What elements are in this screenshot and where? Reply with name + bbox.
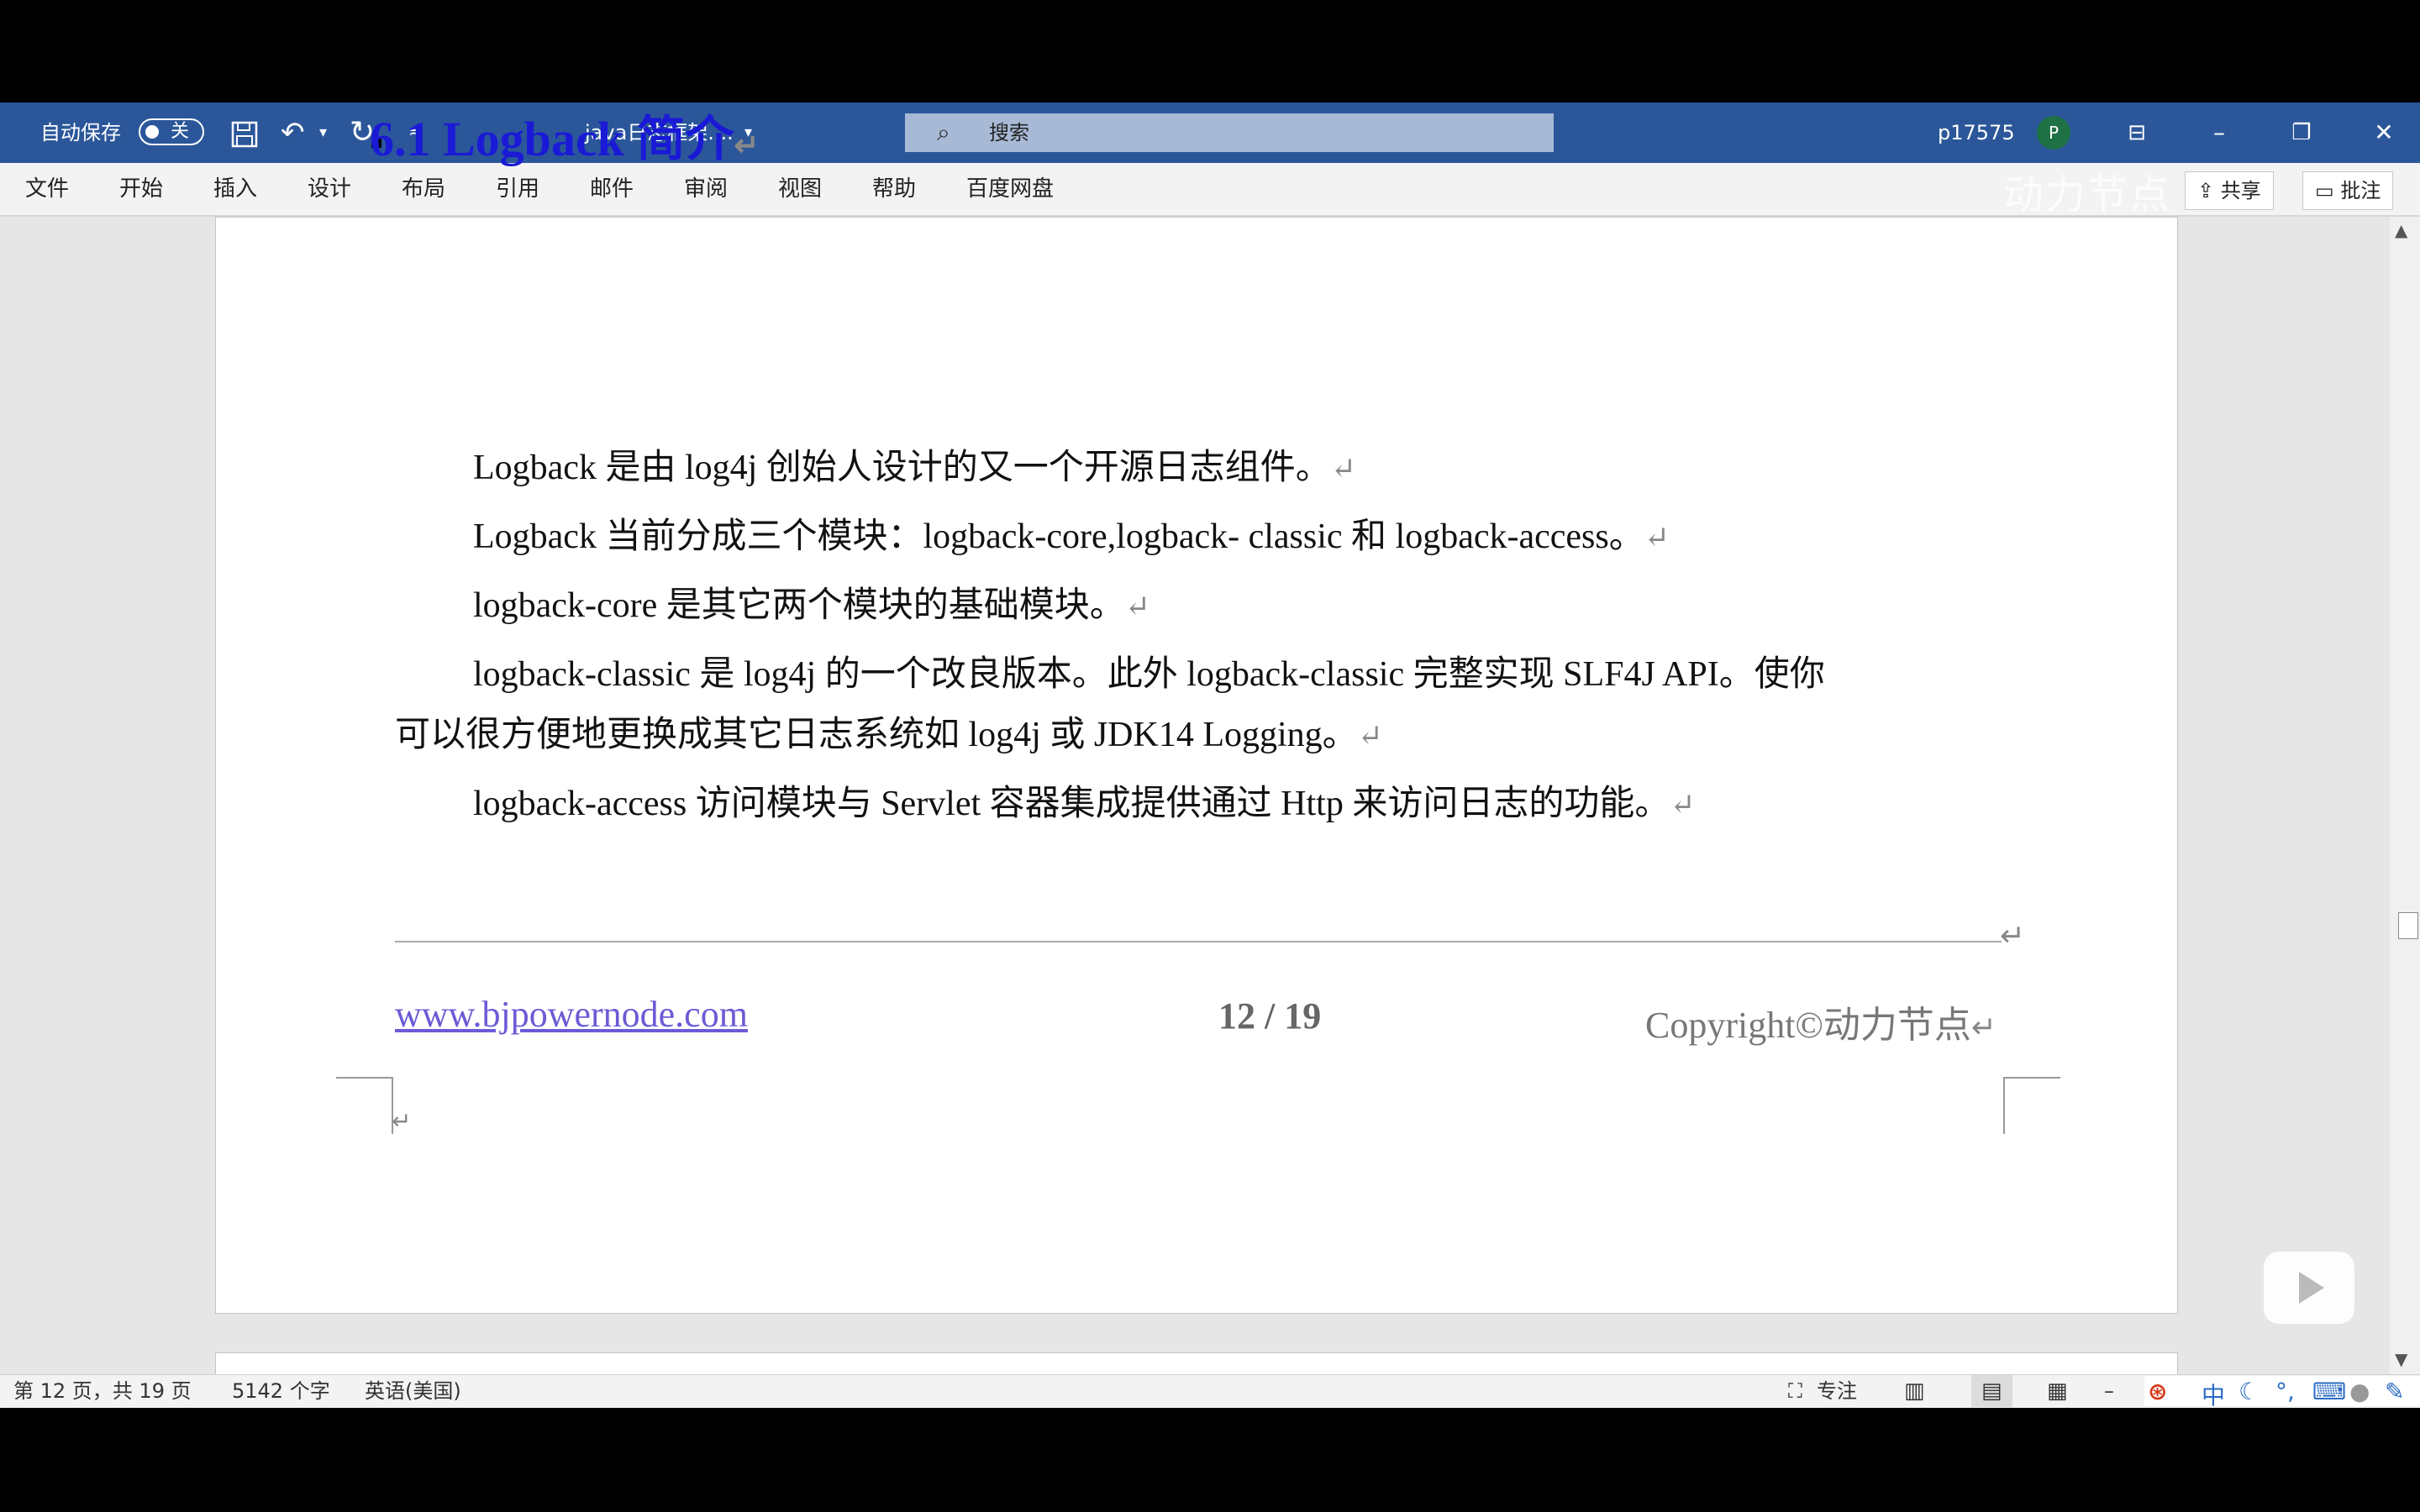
paragraph-text: Logback 是由 log4j 创始人设计的又一个开源日志组件。 [473,449,1331,487]
tab-design[interactable]: 设计 [308,163,351,215]
comment-label: 批注 [2340,179,2381,202]
paragraph-3[interactable]: logback-core 是其它两个模块的基础模块。↵ [473,576,1150,627]
paragraph-text: logback-access 访问模块与 Servlet 容器集成提供通过 Ht… [473,785,1670,823]
word-count[interactable]: 5142 个字 [232,1375,330,1407]
page-info[interactable]: 第 12 页，共 19 页 [13,1375,192,1407]
share-label: 共享 [2220,179,2261,202]
document-page[interactable] [215,217,2178,1314]
comment-button[interactable]: ▭ 批注 [2302,171,2394,210]
margin-corner-left [336,1077,393,1134]
keyboard-icon[interactable]: ⌨ [2312,1378,2346,1405]
tab-layout[interactable]: 布局 [402,163,445,215]
autosave-state: 关 [171,121,190,142]
user-name[interactable]: p17575 [1938,102,2015,163]
paragraph-mark: ↵ [734,129,760,162]
share-icon: ⇪ [2197,179,2215,202]
footer-copyright: Copyright©动力节点↵ [1645,995,1996,1048]
focus-label[interactable]: 专注 [1817,1375,1857,1407]
autosave-label: 自动保存 [40,121,121,144]
share-button[interactable]: ⇪ 共享 [2185,171,2274,210]
paragraph-text: Logback 当前分成三个模块：logback-core,logback- c… [473,517,1644,556]
scroll-down-icon[interactable]: ▼ [2395,1349,2407,1369]
close-icon[interactable]: ✕ [2346,102,2420,163]
avatar[interactable]: P [2037,116,2070,150]
paragraph-mark: ↵ [1330,452,1356,486]
paragraph-mark: ↵ [392,1107,412,1135]
tab-mailings[interactable]: 邮件 [590,163,634,215]
paragraph-text: 可以很方便地更换成其它日志系统如 log4j 或 JDK14 Logging。 [395,716,1358,754]
section-heading: 6.1 Logback 简介↵ [370,99,760,170]
paragraph-text: logback-classic 是 log4j 的一个改良版本。此外 logba… [473,655,1825,694]
ime-mode[interactable]: 中 [2202,1378,2225,1411]
scroll-thumb[interactable] [2398,912,2418,939]
paragraph-text: logback-core 是其它两个模块的基础模块。 [473,586,1125,625]
watermark: 动力节点 [2003,171,2172,218]
tab-review[interactable]: 审阅 [684,163,728,215]
moon-icon[interactable]: ☾ [2238,1378,2260,1405]
tab-baidu-netdisk[interactable]: 百度网盘 [966,163,1054,215]
paragraph-mark: ↵ [2000,919,2026,953]
paragraph-5[interactable]: logback-access 访问模块与 Servlet 容器集成提供通过 Ht… [473,774,1696,826]
comment-icon: ▭ [2315,179,2334,202]
paragraph-2[interactable]: Logback 当前分成三个模块：logback-core,logback- c… [473,507,1670,559]
margin-corner-right [2003,1077,2060,1134]
minimize-icon[interactable]: – [2181,102,2257,163]
user-icon[interactable]: ● [2349,1378,2370,1405]
zoom-out-icon[interactable]: – [2104,1375,2114,1407]
paragraph-mark: ↵ [1970,1011,1997,1044]
paragraph-mark: ↵ [1644,521,1670,554]
save-icon[interactable] [230,102,259,163]
footer-url-link[interactable]: www.bjpowernode.com [395,993,748,1036]
tab-view[interactable]: 视图 [778,163,822,215]
paragraph-mark: ↵ [1124,590,1150,623]
title-bar: 自动保存 关 ↶ ▾ ↻ ≂ java日志框架.... ▾ ⌕ 搜索 p1757… [0,102,2420,163]
status-bar: 第 12 页，共 19 页 5142 个字 英语(美国) ⛶ 专注 ▥ ▤ ▦ … [0,1374,2420,1408]
search-placeholder: 搜索 [989,121,1029,144]
paragraph-4-line-2[interactable]: 可以很方便地更换成其它日志系统如 log4j 或 JDK14 Logging。↵ [395,706,1383,757]
focus-icon[interactable]: ⛶ [1788,1375,1802,1407]
tools-icon[interactable]: ✎ [2385,1378,2404,1405]
tab-home[interactable]: 开始 [119,163,163,215]
tab-file[interactable]: 文件 [25,163,69,215]
autosave-toggle[interactable]: 关 [139,118,204,145]
ime-logo-icon: ⊛ [2148,1378,2168,1405]
copyright-text: Copyright©动力节点 [1645,1005,1971,1046]
search-icon: ⌕ [937,118,950,146]
print-layout-icon[interactable]: ▤ [1971,1375,2012,1407]
punctuation-icon[interactable]: °, [2275,1378,2295,1405]
next-page [215,1352,2178,1374]
tab-insert[interactable]: 插入 [213,163,257,215]
tab-help[interactable]: 帮助 [872,163,916,215]
web-layout-icon[interactable]: ▦ [2047,1375,2068,1407]
heading-text: 6.1 Logback 简介 [370,112,734,166]
restore-icon[interactable]: ❐ [2264,102,2339,163]
toggle-knob [145,125,159,139]
footer-rule [395,941,2002,942]
undo-dropdown-icon[interactable]: ▾ [319,102,327,163]
undo-icon[interactable]: ↶ [281,102,305,163]
play-button[interactable] [2264,1252,2354,1324]
play-icon [2299,1272,2324,1304]
ime-toolbar[interactable]: ⊛ 中 ☾ °, ⌨ ● ✎ [2144,1376,2420,1410]
paragraph-mark: ↵ [1357,719,1383,753]
ribbon-display-icon[interactable]: ⊟ [2099,102,2175,163]
paragraph-mark: ↵ [1670,788,1696,822]
scroll-up-icon[interactable]: ▲ [2395,220,2407,240]
read-mode-icon[interactable]: ▥ [1904,1375,1925,1407]
tab-references[interactable]: 引用 [496,163,539,215]
search-box[interactable]: ⌕ 搜索 [905,113,1554,152]
vertical-scrollbar[interactable]: ▲ ▼ [2390,217,2420,1374]
paragraph-4-line-1[interactable]: logback-classic 是 log4j 的一个改良版本。此外 logba… [473,645,1825,696]
paragraph-1[interactable]: Logback 是由 log4j 创始人设计的又一个开源日志组件。↵ [473,438,1356,490]
language[interactable]: 英语(美国) [365,1375,461,1407]
footer-page-number: 12 / 19 [1218,995,1322,1037]
